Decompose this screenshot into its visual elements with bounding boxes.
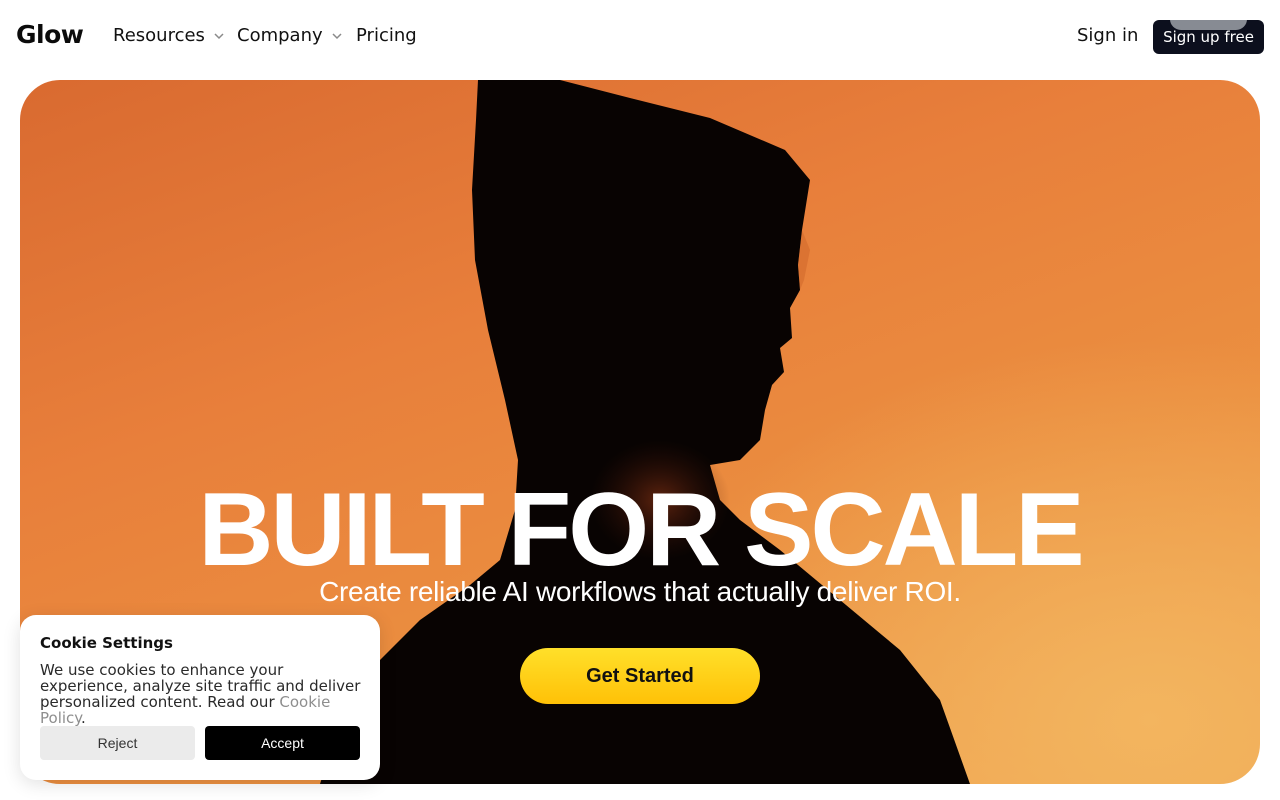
reject-button[interactable]: Reject xyxy=(40,726,195,760)
chevron-down-icon xyxy=(332,32,342,39)
nav-item-label: Pricing xyxy=(356,25,417,46)
nav-item-pricing[interactable]: Pricing xyxy=(356,25,417,46)
cookie-text-end: . xyxy=(81,709,86,727)
nav-item-label: Company xyxy=(237,25,323,46)
nav-item-resources[interactable]: Resources xyxy=(113,25,225,46)
top-nav: Glow Resources Company Pricing Sign in S… xyxy=(0,0,1280,74)
get-started-button[interactable]: Get Started xyxy=(520,648,760,704)
sign-up-label: Sign up free xyxy=(1163,28,1254,46)
hero-subheadline: Create reliable AI workflows that actual… xyxy=(319,576,961,607)
nav-item-company[interactable]: Company xyxy=(237,25,343,46)
cookie-title: Cookie Settings xyxy=(40,634,173,652)
hero-headline: BUILT FOR SCALE xyxy=(198,472,1084,588)
sign-in-link[interactable]: Sign in xyxy=(1077,25,1138,46)
cookie-banner: Cookie Settings We use cookies to enhanc… xyxy=(20,615,380,780)
chevron-down-icon xyxy=(214,32,224,39)
accept-button[interactable]: Accept xyxy=(205,726,360,760)
sign-up-button[interactable]: Sign up free xyxy=(1153,20,1264,54)
cookie-description: We use cookies to enhance your experienc… xyxy=(40,662,365,726)
nav-item-label: Resources xyxy=(113,25,205,46)
glow-logo[interactable]: Glow xyxy=(16,20,84,49)
